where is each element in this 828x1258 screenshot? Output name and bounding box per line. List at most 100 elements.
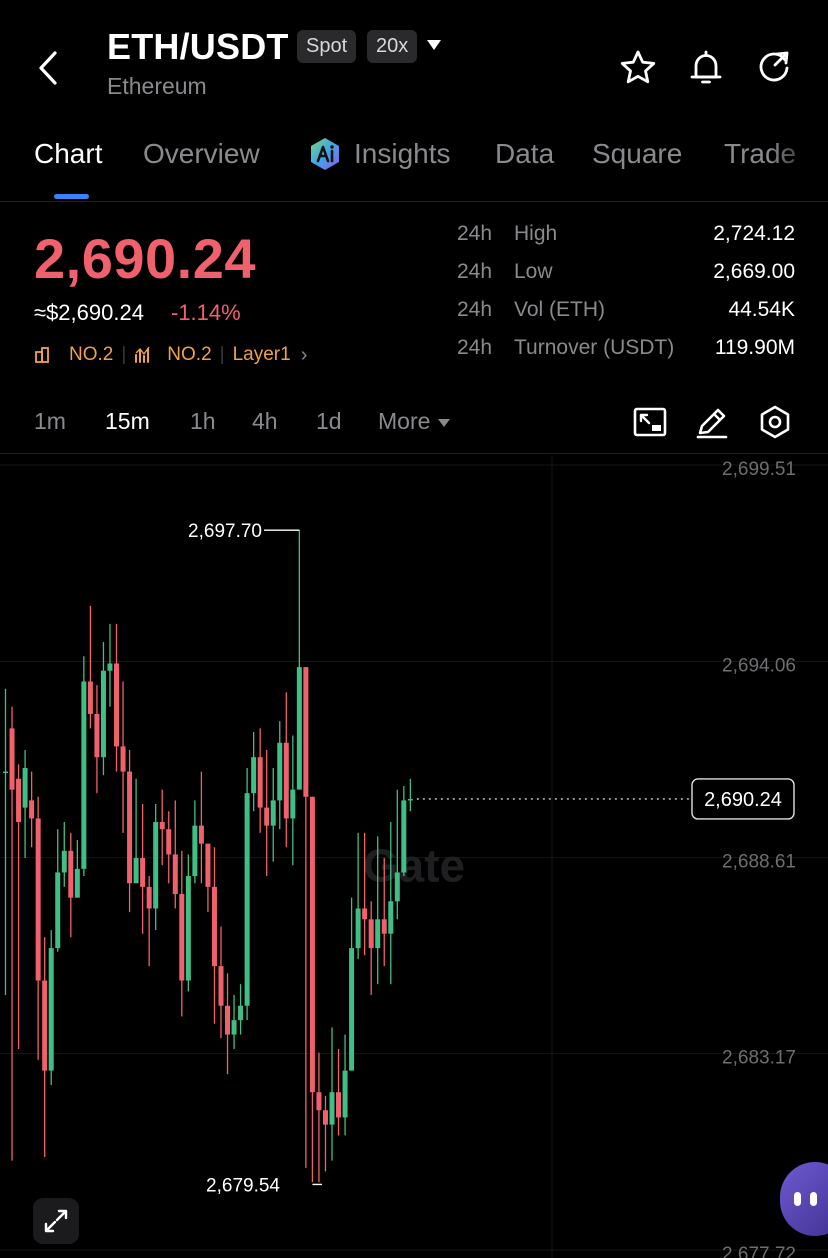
- candle: [3, 688, 8, 995]
- assistant-eye-icon: [810, 1192, 817, 1206]
- back-button[interactable]: [28, 46, 68, 90]
- interval-1d[interactable]: 1d: [316, 408, 342, 435]
- candle: [35, 796, 41, 1060]
- pair-title[interactable]: ETH/USDT: [107, 26, 289, 68]
- bell-icon[interactable]: [686, 48, 726, 88]
- candle-body: [303, 667, 309, 797]
- category-tag[interactable]: Layer1: [233, 344, 291, 366]
- candle-body: [179, 894, 185, 981]
- interval-more[interactable]: More: [378, 408, 451, 435]
- candle: [153, 804, 159, 931]
- tab-square[interactable]: Square: [592, 138, 682, 170]
- market-cap-rank-icon: [35, 347, 49, 363]
- stat-row-volume: 24h Vol (ETH) 44.54K: [457, 298, 795, 336]
- candle: [322, 1095, 328, 1172]
- settings-hex-icon[interactable]: [757, 404, 793, 440]
- candle-body: [322, 1110, 328, 1125]
- candle-body: [316, 1092, 322, 1111]
- candle-body: [166, 829, 172, 855]
- stat-label: Vol (ETH): [514, 298, 606, 321]
- pair-dropdown-icon[interactable]: [427, 40, 441, 50]
- candle: [172, 800, 178, 909]
- rank-row: NO.2 | NO.2 | Layer1 ›: [34, 343, 307, 367]
- last-price: 2,690.24: [34, 227, 256, 290]
- draw-pencil-icon[interactable]: [694, 404, 730, 440]
- candle-body: [159, 822, 165, 830]
- candle: [198, 771, 204, 884]
- candle: [296, 530, 302, 790]
- candle: [94, 685, 100, 794]
- candle-body: [9, 728, 15, 790]
- tab-chart[interactable]: Chart: [34, 138, 102, 170]
- candle-body: [355, 908, 361, 949]
- fullscreen-button[interactable]: [33, 1198, 79, 1244]
- candle-body: [257, 757, 263, 808]
- interval-15m[interactable]: 15m: [105, 408, 150, 435]
- share-icon[interactable]: [754, 48, 794, 88]
- active-tab-indicator: [54, 194, 89, 199]
- stat-row-low: 24h Low 2,669.00: [457, 260, 795, 298]
- candle: [100, 641, 106, 776]
- candle: [264, 749, 270, 877]
- high-marker-label: 2,697.70: [188, 521, 262, 542]
- candlestick-chart[interactable]: 2,699.51 2,694.06 2,688.61 2,683.17 2,677.72…: [0, 455, 828, 1258]
- candle: [87, 605, 93, 729]
- candle: [29, 771, 35, 848]
- stat-period: 24h: [457, 298, 493, 321]
- stat-period: 24h: [457, 260, 493, 283]
- candle: [211, 847, 217, 1024]
- stat-label: Turnover (USDT): [514, 336, 675, 359]
- candle: [283, 692, 289, 848]
- candle-body: [198, 825, 204, 844]
- stat-value: 2,724.12: [713, 222, 795, 245]
- price-change-percent: -1.14%: [171, 300, 241, 325]
- ai-icon: [311, 138, 339, 170]
- chevron-right-icon[interactable]: ›: [301, 344, 308, 367]
- candle: [244, 767, 250, 1021]
- stat-period: 24h: [457, 336, 493, 359]
- candle-body: [270, 800, 276, 826]
- interval-4h[interactable]: 4h: [252, 408, 278, 435]
- candle: [127, 749, 133, 913]
- candle: [114, 623, 120, 772]
- interval-1h[interactable]: 1h: [190, 408, 216, 435]
- candle-body: [172, 854, 178, 895]
- candle-body: [94, 713, 100, 758]
- candle: [42, 937, 48, 1158]
- candle-body: [238, 1005, 244, 1021]
- indicator-icon[interactable]: [632, 404, 668, 440]
- candle-body: [231, 1020, 237, 1035]
- candle-body: [401, 800, 407, 873]
- tab-data[interactable]: Data: [495, 138, 554, 170]
- stat-label: High: [514, 222, 558, 245]
- y-axis-tick-label: 2,677.72: [722, 1244, 796, 1258]
- candle-body: [218, 966, 224, 1006]
- candle-body: [244, 793, 250, 1006]
- star-icon[interactable]: [618, 48, 658, 88]
- candle-body: [225, 1005, 231, 1035]
- candle: [133, 778, 139, 884]
- candle: [120, 681, 126, 833]
- candle-body: [342, 1070, 348, 1118]
- stat-row-high: 24h High 2,724.12: [457, 222, 795, 260]
- candle-body: [205, 843, 211, 887]
- candle: [192, 800, 198, 884]
- candle: [218, 926, 224, 1039]
- candle-body: [127, 771, 133, 884]
- interval-1m[interactable]: 1m: [34, 408, 66, 435]
- candle-body: [309, 796, 315, 1093]
- tab-insights[interactable]: Insights: [354, 138, 451, 170]
- candle-body: [329, 1092, 335, 1125]
- candle-body: [3, 771, 8, 774]
- candle: [336, 1048, 342, 1136]
- candle-body: [251, 757, 257, 794]
- candle-body: [336, 1092, 342, 1118]
- stat-row-turnover: 24h Turnover (USDT) 119.90M: [457, 336, 795, 374]
- candle-body: [42, 980, 48, 1071]
- candle-body: [407, 798, 413, 801]
- candle-body: [211, 886, 217, 967]
- candle-body: [185, 876, 191, 981]
- candle-body: [140, 858, 146, 887]
- chart-canvas[interactable]: 2,699.51 2,694.06 2,688.61 2,683.17 2,677.72…: [0, 455, 828, 1258]
- tab-overview[interactable]: Overview: [143, 138, 260, 170]
